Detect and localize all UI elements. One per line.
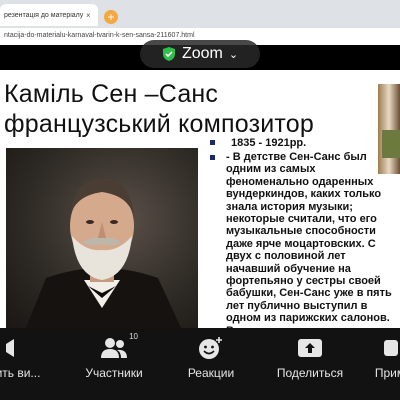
participants-label: Участники [85, 366, 143, 380]
zoom-title: Zoom [181, 45, 223, 62]
smiley-icon [197, 336, 225, 360]
more-icon [376, 336, 400, 360]
shield-check-icon [162, 47, 175, 61]
participants-icon: 10 [100, 332, 138, 360]
stop-video-button[interactable]: ить ви... [0, 336, 48, 380]
slide-title: Каміль Сен –Санс французський композитор [4, 79, 314, 139]
zoom-meeting-menu[interactable]: Zoom ⌄ [140, 40, 260, 68]
slide-title-line2: французський композитор [4, 110, 314, 138]
video-camera-icon [4, 336, 32, 360]
tab-close-icon[interactable]: × [86, 11, 91, 20]
share-screen-icon [296, 336, 324, 360]
tab-title: резентація до матеріалу "Кар [4, 11, 84, 19]
chevron-down-icon: ⌄ [228, 48, 239, 61]
composer-portrait-image [6, 148, 198, 328]
bullet-marker [210, 140, 215, 145]
meeting-toolbar: ить ви... 10 Участники Реакции Поделитьс… [0, 328, 400, 400]
share-button[interactable]: Поделиться [272, 336, 348, 380]
biography-text: - В детстве Сен-Санс был одним из самых … [226, 151, 392, 328]
more-label: Прим [374, 366, 400, 380]
more-button[interactable]: Прим [370, 336, 400, 380]
slide-title-line1: Каміль Сен –Санс [4, 80, 219, 108]
stop-video-label: ить ви... [0, 366, 41, 380]
portrait-illustration [26, 178, 181, 328]
bullet-marker [210, 155, 215, 160]
reactions-label: Реакции [187, 366, 235, 380]
participants-button[interactable]: 10 Участники [78, 332, 150, 380]
composer-dates: 1835 - 1921рр. [231, 137, 307, 149]
share-label: Поделиться [276, 366, 344, 380]
reactions-button[interactable]: Реакции [180, 336, 242, 380]
new-tab-button[interactable]: + [104, 10, 118, 24]
browser-chrome: резентація до матеріалу "Кар × + ntacija… [0, 0, 400, 45]
shared-slide: Каміль Сен –Санс французський композитор [0, 70, 400, 328]
address-url: ntacija-do-materialu-karnaval-tvarin-k-s… [4, 32, 195, 39]
browser-tab[interactable]: резентація до матеріалу "Кар × [0, 4, 98, 26]
participants-count-badge: 10 [129, 332, 138, 341]
